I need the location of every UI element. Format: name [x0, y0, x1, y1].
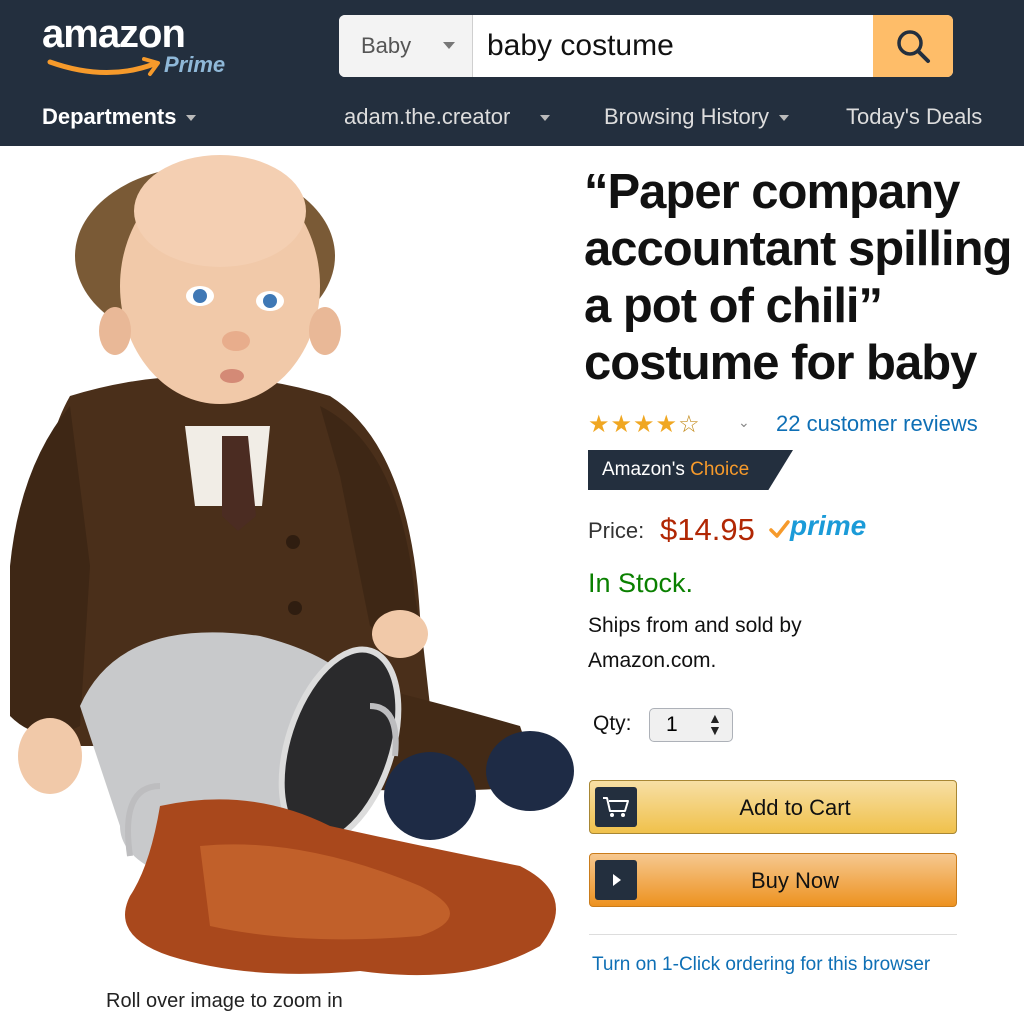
suit-button: [288, 601, 302, 615]
price-label: Price:: [588, 518, 645, 543]
baby-shoe: [384, 752, 476, 840]
star-rating[interactable]: ★★★★☆: [588, 410, 701, 439]
up-down-arrows-icon: ▲ ▼: [708, 710, 722, 738]
baby-iris: [193, 289, 207, 303]
customer-reviews-link[interactable]: 22 customer reviews: [776, 411, 978, 437]
search-button[interactable]: [873, 15, 953, 77]
amazons-choice-badge: Amazon's Choice: [588, 450, 793, 490]
price-row: Price: $14.95 prime: [588, 510, 1008, 552]
logo-prime-label: Prime: [164, 52, 226, 77]
product-title: “Paper company accountant spilling a pot…: [584, 165, 1012, 390]
nav-account[interactable]: adam.the.creator: [344, 104, 551, 130]
nav-history-label: Browsing History: [604, 104, 770, 129]
baby-nose: [222, 331, 250, 351]
baby-mouth: [220, 369, 244, 383]
search-bar: Baby: [339, 15, 953, 77]
star-outline-icon: ☆: [678, 411, 701, 438]
chevron-down-icon: [443, 42, 455, 49]
stock-status: In Stock.: [588, 568, 694, 598]
star-icon: ★: [633, 411, 656, 438]
ships-from: Ships from and sold by Amazon.com.: [588, 614, 802, 672]
price-value: $14.95: [660, 512, 755, 547]
baby-ear: [309, 307, 341, 355]
star-icon: ★: [610, 411, 634, 438]
nav-account-label: adam.the.creator: [344, 104, 511, 129]
quantity-select[interactable]: 1 ▲ ▼: [649, 708, 733, 742]
search-category-label: Baby: [361, 33, 412, 58]
chevron-down-icon: [186, 115, 197, 122]
quantity-label: Qty:: [593, 712, 632, 735]
site-header: amazon Prime Baby Departments adam.the.c…: [0, 0, 1024, 146]
buy-now-label: Buy Now: [750, 868, 840, 893]
chevron-down-icon[interactable]: ⌄: [738, 414, 750, 431]
badge-choice: Choice: [690, 459, 750, 480]
product-image[interactable]: [0, 146, 580, 986]
star-icon: ★: [588, 411, 611, 438]
baby-ear: [99, 307, 131, 355]
bald-cap: [134, 155, 306, 267]
logo-wordmark: amazon: [42, 12, 186, 56]
badge-text: Amazon's Choice: [602, 459, 749, 481]
search-icon: [897, 30, 930, 63]
rating-row: ★★★★☆ ⌄ 22 customer reviews: [588, 408, 1008, 438]
baby-shoe: [486, 731, 574, 811]
prime-logo: prime: [790, 510, 867, 541]
baby-iris: [263, 294, 277, 308]
search-category-select[interactable]: Baby: [339, 15, 473, 77]
quantity-value: 1: [666, 713, 678, 736]
search-input[interactable]: [487, 24, 867, 68]
check-icon: [769, 520, 790, 538]
baby-hand-left: [18, 718, 82, 794]
badge-prefix: Amazon's: [602, 459, 685, 480]
buy-now-button[interactable]: Buy Now: [589, 853, 957, 907]
one-click-link[interactable]: Turn on 1-Click ordering for this browse…: [592, 954, 930, 976]
nav-departments-label: Departments: [42, 104, 177, 129]
nav-todays-deals[interactable]: Today's Deals: [846, 104, 982, 130]
amazon-prime-logo[interactable]: amazon Prime: [42, 12, 242, 82]
suit-button: [286, 535, 300, 549]
add-to-cart-button[interactable]: Add to Cart: [589, 780, 957, 834]
zoom-hint: Roll over image to zoom in: [106, 990, 343, 1012]
nav-departments[interactable]: Departments: [42, 104, 197, 130]
baby-hand-right: [372, 610, 428, 658]
divider: [589, 934, 957, 935]
add-to-cart-label: Add to Cart: [739, 795, 851, 820]
nav-browsing-history[interactable]: Browsing History: [604, 104, 790, 130]
logo-smile-arrow: [47, 57, 160, 76]
star-icon: ★: [655, 411, 679, 438]
nav-deals-label: Today's Deals: [846, 104, 983, 129]
chevron-down-icon: [540, 115, 551, 122]
chevron-down-icon: [779, 115, 790, 122]
